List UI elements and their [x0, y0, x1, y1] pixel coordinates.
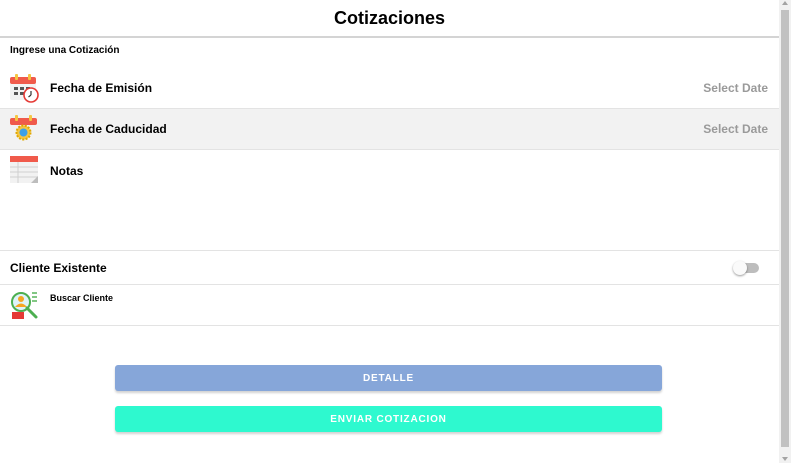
toggle-knob[interactable] [733, 260, 747, 275]
detalle-button[interactable]: DETALLE [115, 365, 662, 391]
fecha-emision-row[interactable]: Fecha de Emisión Select Date [0, 68, 779, 109]
fecha-emision-value[interactable]: Select Date [703, 81, 768, 95]
scroll-thumb[interactable] [781, 10, 789, 447]
notas-row[interactable]: Notas [0, 150, 779, 251]
search-user-icon [9, 290, 39, 320]
buscar-cliente-row[interactable]: Buscar Cliente [0, 285, 779, 326]
scroll-down-arrow-icon[interactable] [782, 457, 788, 461]
notas-label: Notas [50, 164, 84, 178]
calendar-gear-icon [9, 114, 39, 144]
enviar-cotizacion-button[interactable]: ENVIAR COTIZACION [115, 406, 662, 432]
calendar-clock-icon [9, 73, 39, 103]
page-title: Cotizaciones [333, 7, 446, 28]
fecha-caducidad-value[interactable]: Select Date [703, 122, 768, 136]
vertical-scrollbar[interactable] [779, 0, 791, 463]
fecha-emision-label: Fecha de Emisión [50, 81, 153, 95]
fecha-caducidad-row[interactable]: Fecha de Caducidad Select Date [0, 109, 779, 150]
cliente-existente-toggle[interactable] [733, 260, 759, 275]
cliente-existente-label: Cliente Existente [10, 260, 107, 275]
scroll-up-arrow-icon[interactable] [782, 1, 788, 5]
buscar-cliente-label[interactable]: Buscar Cliente [50, 293, 113, 303]
section-label: Ingrese una Cotización [10, 45, 120, 56]
fecha-caducidad-label: Fecha de Caducidad [50, 122, 167, 136]
cliente-existente-row: Cliente Existente [0, 251, 779, 285]
notes-icon [9, 154, 39, 184]
app-header: Cotizaciones [0, 0, 779, 38]
